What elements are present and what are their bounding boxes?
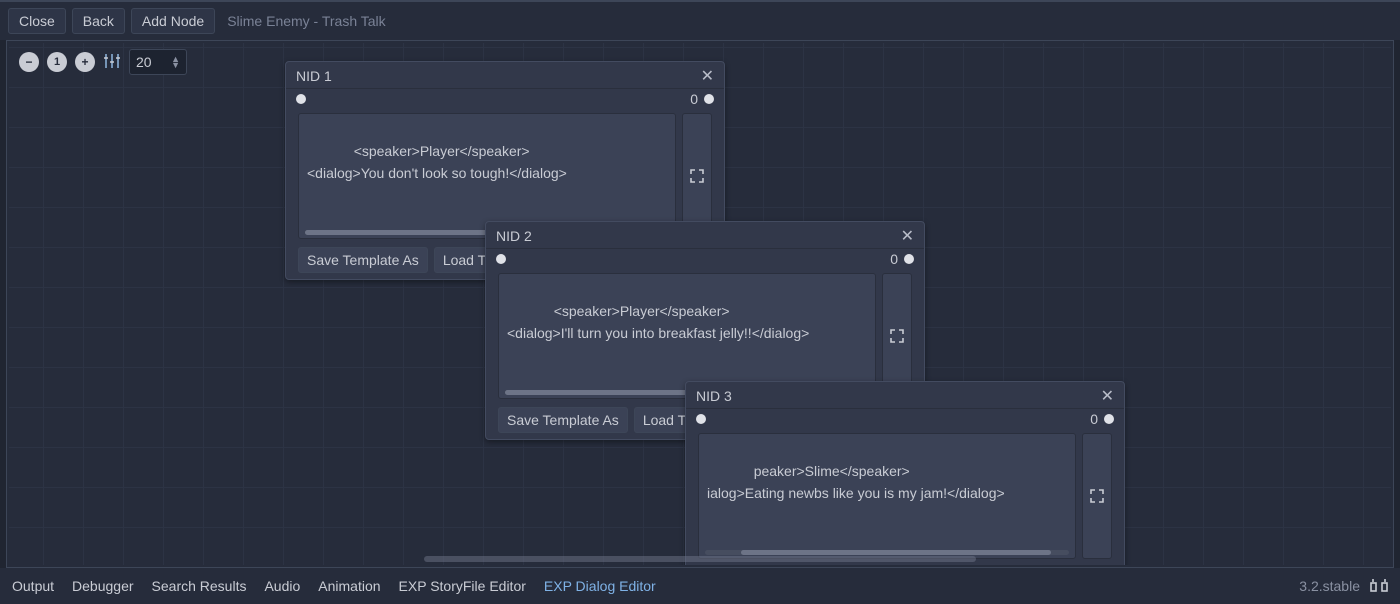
port-in[interactable] (696, 414, 706, 424)
zoom-toolbar: − 1 + 20 ▲▼ (19, 49, 187, 75)
node-title: NID 3 (696, 388, 732, 404)
node-ports: 0 (686, 409, 1124, 433)
close-icon[interactable]: ✕ (901, 226, 914, 246)
node-titlebar[interactable]: NID 2 ✕ (486, 222, 924, 249)
port-out[interactable] (704, 94, 714, 104)
tab-audio[interactable]: Audio (264, 578, 300, 594)
dialog-text-value: peaker>Slime</speaker> ialog>Eating newb… (707, 463, 1005, 501)
save-template-button[interactable]: Save Template As (498, 407, 628, 433)
port-out[interactable] (904, 254, 914, 264)
back-button[interactable]: Back (72, 8, 125, 34)
graph-canvas[interactable]: − 1 + 20 ▲▼ NID 1 ✕ (9, 43, 1391, 565)
text-hscrollbar[interactable] (705, 550, 1069, 555)
port-out-label: 0 (890, 251, 898, 267)
port-in[interactable] (496, 254, 506, 264)
version-label: 3.2.stable (1299, 578, 1360, 594)
tab-debugger[interactable]: Debugger (72, 578, 134, 594)
breadcrumb: Slime Enemy - Trash Talk (227, 13, 385, 29)
node-titlebar[interactable]: NID 3 ✕ (686, 382, 1124, 409)
snap-step-input[interactable]: 20 ▲▼ (129, 49, 187, 75)
port-out[interactable] (1104, 414, 1114, 424)
expand-text-button[interactable] (1082, 433, 1112, 559)
distraction-free-icon[interactable] (1370, 578, 1388, 595)
node-ports: 0 (286, 89, 724, 113)
tab-search-results[interactable]: Search Results (152, 578, 247, 594)
tab-storyfile-editor[interactable]: EXP StoryFile Editor (399, 578, 526, 594)
tab-output[interactable]: Output (12, 578, 54, 594)
port-out-label: 0 (1090, 411, 1098, 427)
add-node-button[interactable]: Add Node (131, 8, 215, 34)
node-title: NID 2 (496, 228, 532, 244)
zoom-reset-icon[interactable]: 1 (47, 52, 67, 72)
top-toolbar: Close Back Add Node Slime Enemy - Trash … (0, 0, 1400, 40)
graph-node-3[interactable]: NID 3 ✕ 0 peaker>Slime</speaker> ialog>E… (685, 381, 1125, 565)
close-icon[interactable]: ✕ (1101, 386, 1114, 406)
close-button[interactable]: Close (8, 8, 66, 34)
graph-canvas-frame: − 1 + 20 ▲▼ NID 1 ✕ (6, 40, 1394, 568)
zoom-in-icon[interactable]: + (75, 52, 95, 72)
snap-step-value: 20 (136, 54, 152, 70)
spinner-icon[interactable]: ▲▼ (171, 56, 180, 68)
close-icon[interactable]: ✕ (701, 66, 714, 86)
tab-animation[interactable]: Animation (318, 578, 380, 594)
dialog-text-input[interactable]: peaker>Slime</speaker> ialog>Eating newb… (698, 433, 1076, 559)
canvas-hscrollbar[interactable] (424, 556, 977, 562)
tab-dialog-editor[interactable]: EXP Dialog Editor (544, 578, 656, 594)
snap-grid-icon[interactable] (103, 52, 121, 73)
node-title: NID 1 (296, 68, 332, 84)
port-in[interactable] (296, 94, 306, 104)
dialog-text-value: <speaker>Player</speaker> <dialog>I'll t… (507, 303, 809, 341)
port-out-label: 0 (690, 91, 698, 107)
bottom-panel-tabs: Output Debugger Search Results Audio Ani… (0, 568, 1400, 604)
zoom-out-icon[interactable]: − (19, 52, 39, 72)
node-ports: 0 (486, 249, 924, 273)
save-template-button[interactable]: Save Template As (298, 247, 428, 273)
dialog-text-value: <speaker>Player</speaker> <dialog>You do… (307, 143, 567, 181)
node-titlebar[interactable]: NID 1 ✕ (286, 62, 724, 89)
